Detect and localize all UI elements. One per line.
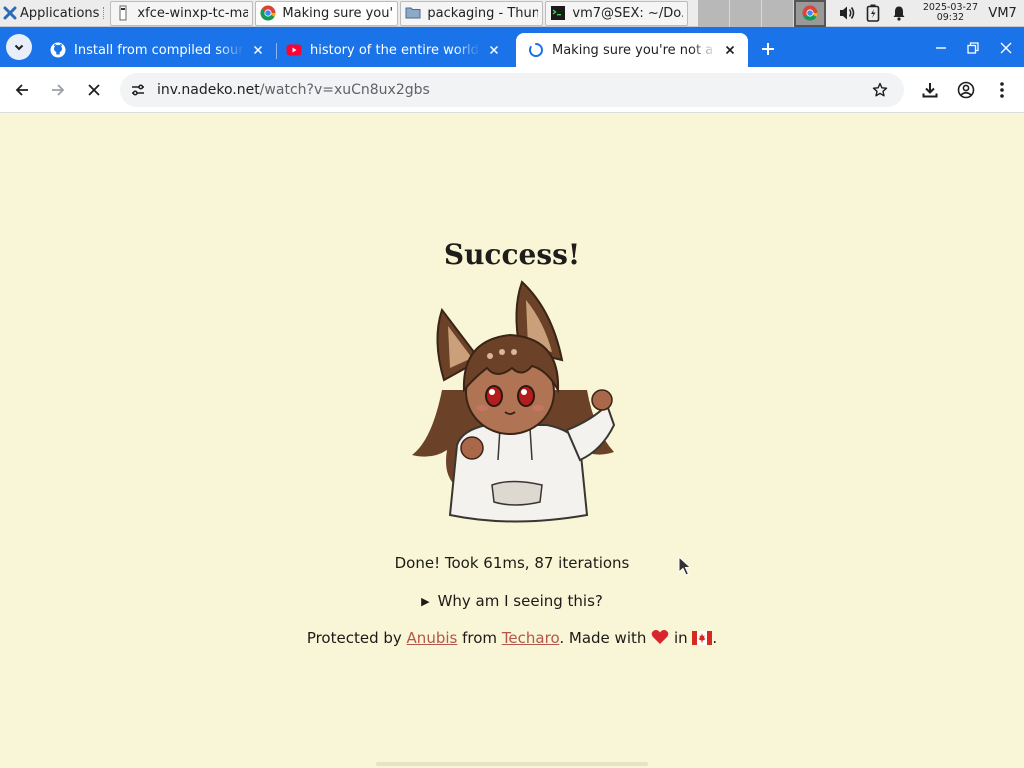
github-icon [50,42,66,58]
tab-title: Install from compiled sour [74,42,244,58]
browser-tab-strip: Install from compiled sour history of th… [0,27,1024,67]
disclosure-triangle-icon: ▶ [421,595,430,608]
system-tray [834,0,912,27]
applications-label: Applications [20,5,100,21]
restore-icon [967,42,979,54]
anubis-link[interactable]: Anubis [407,629,458,647]
back-button[interactable] [8,76,36,104]
menu-button[interactable] [988,76,1016,104]
arrow-left-icon [15,84,28,96]
downloads-button[interactable] [916,76,944,104]
minimize-button[interactable] [930,37,952,59]
star-icon [872,82,888,97]
details-summary-label: Why am I seeing this? [437,592,603,610]
mouse-cursor-icon [678,556,692,576]
youtube-icon [286,44,302,56]
close-icon[interactable] [722,42,738,58]
download-icon [922,83,938,98]
workspace-3[interactable] [762,0,795,27]
stop-loading-button[interactable] [80,76,108,104]
terminal-icon [551,6,566,20]
minimize-icon [936,47,946,49]
tab-making-sure-not-bot[interactable]: Making sure you're not a bo [516,33,748,67]
volume-icon[interactable] [834,0,860,27]
site-info-button[interactable] [123,75,153,105]
url-path: /watch?v=xuCn8ux2gbs [259,82,430,98]
more-vertical-icon [1000,82,1004,98]
page-content: Success! Done! Took 61ms, 87 iterations … [0,114,1024,768]
verification-status: Done! Took 61ms, 87 iterations [394,554,630,572]
account-icon [957,81,975,99]
footer-in-text: in [673,629,688,647]
host-name: VM7 [988,5,1017,21]
workspace-switcher[interactable] [698,0,827,27]
browser-toolbar: inv.nadeko.net/watch?v=xuCn8ux2gbs [0,67,1024,113]
chrome-icon [802,5,818,21]
panel-clock[interactable]: 2025-03-27 09:32 [920,3,980,23]
footer-protected-text: Protected by [306,629,402,647]
workspace-2[interactable] [730,0,763,27]
task-button-terminal[interactable]: vm7@SEX: ~/Do... [545,0,689,26]
url-host: inv.nadeko.net [157,82,260,98]
tab-title: history of the entire world, [310,42,480,58]
panel-separator [103,7,106,19]
notification-bell-icon[interactable] [886,0,912,27]
why-am-i-seeing-this-toggle[interactable]: ▶ Why am I seeing this? [0,592,1024,610]
anubis-mascot-image [412,280,616,523]
xfce-top-panel: Applications xfce-winxp-tc-ma... Making … [0,0,1024,27]
footer-end-text: . [712,629,718,647]
task-label: vm7@SEX: ~/Do... [572,5,684,21]
close-icon[interactable] [486,42,502,58]
chrome-icon [260,5,276,21]
footer-from-text: from [462,629,498,647]
xfce-logo-icon [3,6,17,20]
forward-button[interactable] [44,76,72,104]
workspace-4[interactable] [794,0,827,27]
tab-title: Making sure you're not a bo [552,42,716,58]
task-button-thunar[interactable]: packaging - Thunar [400,0,544,26]
plus-icon [762,43,774,55]
profile-button[interactable] [952,76,980,104]
heart-icon [651,630,669,644]
tab-install-from-source[interactable]: Install from compiled sour [38,33,276,67]
footer-made-text: . Made with [559,629,647,647]
workspace-1[interactable] [698,0,731,27]
clock-time: 09:32 [936,12,965,23]
close-icon[interactable] [250,42,266,58]
task-label: packaging - Thunar [427,5,538,21]
page-title: Success! [443,238,581,271]
close-icon [88,84,100,96]
bookmark-star-button[interactable] [870,80,890,100]
protected-by-footer: Protected by Anubis from Techaro. Made w… [0,629,1024,647]
chevron-down-icon [14,44,24,51]
tune-icon [132,84,144,96]
restore-button[interactable] [962,37,984,59]
arrow-right-icon [52,84,65,96]
task-button-chrome[interactable]: Making sure you'... [255,0,399,26]
folder-icon [405,7,421,19]
address-bar[interactable]: inv.nadeko.net/watch?v=xuCn8ux2gbs [120,73,904,107]
url-text[interactable]: inv.nadeko.net/watch?v=xuCn8ux2gbs [157,82,430,98]
tab-history-of-world[interactable]: history of the entire world, [274,33,512,67]
loading-spinner-icon [529,43,543,57]
close-window-button[interactable] [995,37,1017,59]
task-button-xfce-winxp[interactable]: xfce-winxp-tc-ma... [110,0,254,26]
canada-flag-icon [692,631,713,645]
terminal-file-icon [119,5,127,21]
techaro-link[interactable]: Techaro [502,629,560,647]
tab-search-button[interactable] [6,34,32,60]
task-label: xfce-winxp-tc-ma... [137,5,249,21]
applications-menu[interactable]: Applications [0,0,110,27]
battery-icon[interactable] [860,0,886,27]
task-label: Making sure you'... [282,5,394,21]
new-tab-button[interactable] [756,37,780,61]
horizontal-scrollbar[interactable] [376,762,648,766]
close-icon [1000,42,1012,54]
